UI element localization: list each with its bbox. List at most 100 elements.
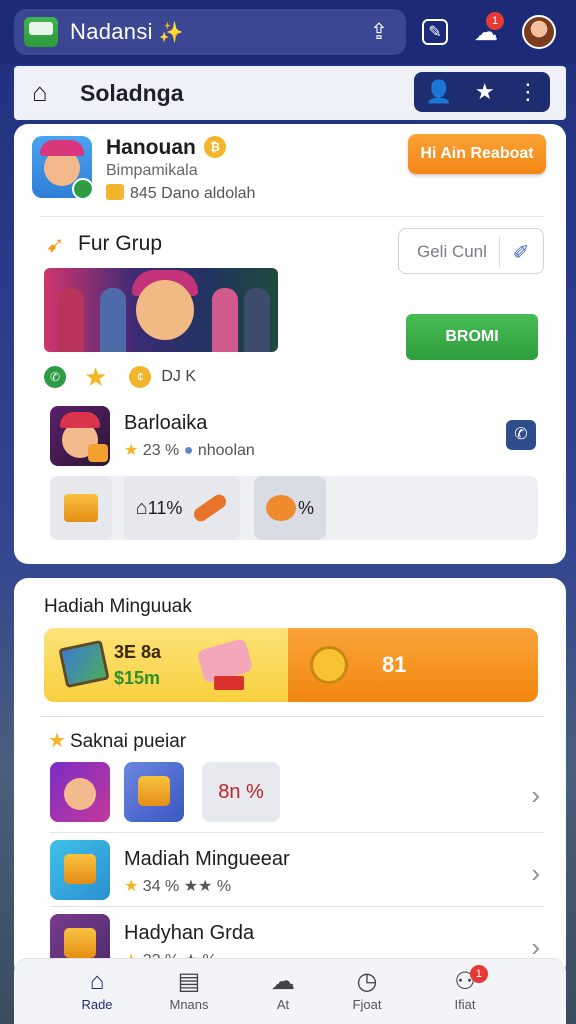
mini-label: DJ K	[161, 368, 196, 385]
app-title: Nadansi	[70, 19, 153, 44]
nav-label: Ifiat	[454, 997, 476, 1012]
search-separator	[499, 237, 500, 267]
gift-tile	[50, 840, 110, 900]
list-item-meta-text: 34 % ★★ %	[142, 878, 232, 895]
chevron-right-icon[interactable]: ›	[531, 858, 540, 889]
player-meta: ★ 23 % ● nhoolan	[124, 440, 255, 460]
nav-item-profile[interactable]: ⚇ 1 Ifiat	[420, 965, 510, 1021]
avatar-hat	[40, 140, 84, 156]
section-title: ★ Saknai pueiar	[48, 728, 186, 753]
nav-label: Fjoat	[352, 997, 382, 1012]
flower-icon	[265, 495, 296, 521]
reward-item[interactable]	[50, 476, 112, 540]
timer-icon: ◷	[356, 968, 378, 995]
star-icon[interactable]: ★	[84, 362, 107, 393]
list-item-meta: ★ 34 % ★★ %	[124, 876, 231, 896]
banner-face	[136, 280, 194, 340]
call-button[interactable]: ✆	[506, 420, 536, 450]
banner-person	[58, 288, 84, 352]
divider	[50, 906, 544, 907]
nav-label: Mnans	[169, 997, 209, 1012]
edit-icon[interactable]: ✎	[422, 19, 448, 45]
map-icon	[58, 639, 110, 689]
header-actions: 👤 ★ ⋮	[414, 72, 550, 112]
character-tile	[50, 762, 110, 822]
star-icon: ★	[48, 730, 66, 752]
divider	[40, 716, 544, 717]
nav-label: Rade	[81, 997, 113, 1012]
title-pill[interactable]: Nadansi ✨ ⇪	[14, 9, 406, 55]
profile-icon[interactable]: 👤	[425, 79, 452, 105]
weekly-reward-banner[interactable]: 3E 8a $15m 81	[44, 628, 538, 702]
join-button[interactable]: BROMI	[406, 314, 538, 360]
group-banner-image[interactable]	[44, 268, 278, 352]
bottom-navigation: ⌂ Rade ▤ Mnans ☁ At ◷ Fjoat ⚇ 1 Ifiat	[14, 958, 566, 1024]
user-avatar[interactable]	[522, 15, 556, 49]
more-vertical-icon[interactable]: ⋮	[517, 79, 539, 105]
page-title: Soladnga	[80, 80, 184, 106]
player-name: Barloaika	[124, 412, 208, 434]
nav-item-menu[interactable]: ▤ Mnans	[144, 967, 234, 1021]
cloud-icon: ☁	[271, 968, 295, 995]
profile-subtitle: Bimpamikala	[106, 162, 198, 179]
banner-person	[212, 288, 238, 352]
treasure-chest-icon	[64, 494, 98, 522]
star-icon: ★	[124, 878, 139, 895]
player-meta-text: nhoolan	[197, 442, 255, 459]
avatar-face	[64, 778, 96, 810]
nav-item-timer[interactable]: ◷ Fjoat	[322, 967, 412, 1021]
sparkle-icon: ✨	[158, 21, 184, 44]
group-card: Hanouan ₿ Bimpamikala 845 Dano aldolah H…	[14, 124, 566, 564]
nav-item-at[interactable]: ☁ At	[238, 967, 328, 1021]
list-item[interactable]: Madiah Mingueear ★ 34 % ★★ % ›	[50, 840, 544, 908]
notifications-cloud-icon[interactable]: ☁ 1	[470, 12, 504, 48]
promo-value: 3E 8a	[114, 642, 162, 662]
pen-icon[interactable]: ✐	[507, 239, 535, 267]
coin-icon: ¢	[129, 366, 152, 388]
dot-icon: ●	[183, 442, 194, 459]
star-icon: ★	[124, 442, 139, 459]
mini-stats-row: ✆ ★ ¢ DJ K	[44, 362, 196, 393]
promo-money: $15m	[114, 668, 161, 688]
profile-avatar[interactable]	[32, 136, 92, 198]
gift-box-icon	[138, 776, 170, 806]
profile-action-button[interactable]: Hi Ain Reaboat	[408, 134, 546, 174]
list-item[interactable]: 8n % ›	[50, 762, 544, 830]
search-placeholder: Geli Cunl	[417, 242, 487, 261]
reward-item[interactable]: %	[254, 476, 326, 540]
section-header-bar: ⌂ Soladnga 👤 ★ ⋮	[14, 66, 566, 120]
coin-icon: ₿	[204, 136, 226, 158]
discount-tile: 8n %	[202, 762, 280, 822]
notification-badge: 1	[469, 965, 488, 983]
gift-tile	[124, 762, 184, 822]
nav-item-home[interactable]: ⌂ Rade	[52, 967, 142, 1021]
rocket-icon	[191, 491, 230, 525]
player-avatar[interactable]	[50, 406, 110, 466]
home-icon: ⌂	[89, 968, 105, 995]
whatsapp-icon[interactable]: ✆	[44, 366, 66, 388]
person-icon: ⚇ 1	[454, 965, 488, 997]
coin-icon	[310, 646, 348, 684]
avatar-cap	[60, 412, 100, 428]
top-app-bar: Nadansi ✨ ⇪ ✎ ☁ 1	[0, 0, 576, 64]
online-badge-icon	[72, 178, 92, 198]
list-item-title: Madiah Mingueear	[124, 848, 290, 870]
list-item-title: Hadyhan Grda	[124, 922, 255, 944]
search-input[interactable]: Geli Cunl ✐	[398, 228, 544, 274]
flag-icon: ➹	[46, 232, 65, 257]
level-badge-icon	[88, 444, 108, 462]
profile-meta-text: 845 Dano aldolah	[130, 185, 256, 202]
chevron-right-icon[interactable]: ›	[531, 780, 540, 811]
group-title: Fur Grup	[78, 232, 163, 255]
player-rating: 23 %	[142, 442, 180, 459]
share-icon[interactable]: ⇪	[366, 19, 392, 45]
profile-name: Hanouan	[106, 136, 196, 159]
treasure-chest-icon	[64, 928, 96, 958]
banner-person	[244, 288, 270, 352]
reward-item[interactable]: ⌂ 11%	[124, 476, 240, 540]
reward-strip: ⌂ 11% %	[50, 476, 538, 540]
document-icon: ▤	[177, 968, 201, 995]
app-logo-icon	[24, 17, 58, 47]
star-icon[interactable]: ★	[475, 79, 495, 105]
home-icon[interactable]: ⌂	[32, 78, 60, 106]
